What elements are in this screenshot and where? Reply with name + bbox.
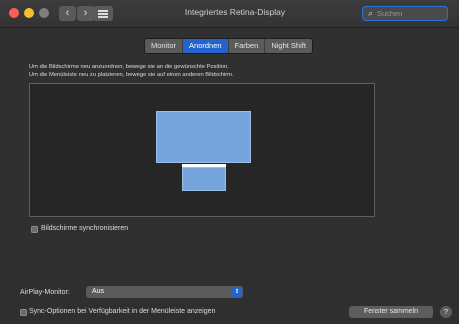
mirror-displays-label: Bildschirme synchronisieren [41, 225, 129, 232]
close-window-button[interactable] [9, 8, 19, 18]
search-placeholder: Suchen [377, 9, 403, 18]
display-arrangement-area [29, 83, 375, 217]
minimize-window-button[interactable] [24, 8, 34, 18]
forward-button[interactable]: › [77, 6, 94, 21]
tab-night-shift[interactable]: Night Shift [265, 39, 312, 53]
display-secondary[interactable] [182, 167, 226, 191]
airplay-select-value: Aus [92, 288, 105, 295]
instruction-line-1: Um die Bildschirme neu anzuordnen, beweg… [29, 64, 229, 70]
display-preferences-window: ‹ › Integriertes Retina-Display ⌕ Suchen… [0, 0, 459, 324]
instruction-line-2: Um die Menüleiste neu zu platzieren, bew… [29, 72, 234, 78]
airplay-select[interactable]: Aus ⇕ [86, 286, 243, 298]
chevron-right-icon: › [83, 7, 88, 19]
sync-options-label: Sync-Optionen bei Verfügbarkeit in der M… [29, 308, 216, 315]
tab-arrange[interactable]: Anordnen [183, 39, 229, 53]
gather-windows-button[interactable]: Fenster sammeln [349, 306, 433, 318]
mirror-displays-checkbox[interactable] [31, 226, 38, 233]
show-all-button[interactable] [93, 6, 113, 21]
airplay-label: AirPlay-Monitor: [20, 289, 70, 296]
back-button[interactable]: ‹ [59, 6, 76, 21]
search-field[interactable]: ⌕ Suchen [362, 6, 448, 21]
tab-colors[interactable]: Farben [229, 39, 266, 53]
display-primary[interactable] [156, 111, 251, 163]
tab-bar: Monitor Anordnen Farben Night Shift [144, 38, 313, 54]
chevron-left-icon: ‹ [65, 7, 70, 19]
tab-monitor[interactable]: Monitor [145, 39, 184, 53]
search-icon: ⌕ [368, 8, 374, 18]
sync-options-checkbox[interactable] [20, 309, 27, 316]
chevron-updown-icon: ⇕ [232, 287, 242, 297]
window-title: Integriertes Retina-Display [184, 7, 286, 17]
zoom-window-button[interactable] [39, 8, 49, 18]
title-bar: ‹ › Integriertes Retina-Display ⌕ Suchen [0, 0, 459, 28]
help-button[interactable]: ? [440, 306, 452, 318]
